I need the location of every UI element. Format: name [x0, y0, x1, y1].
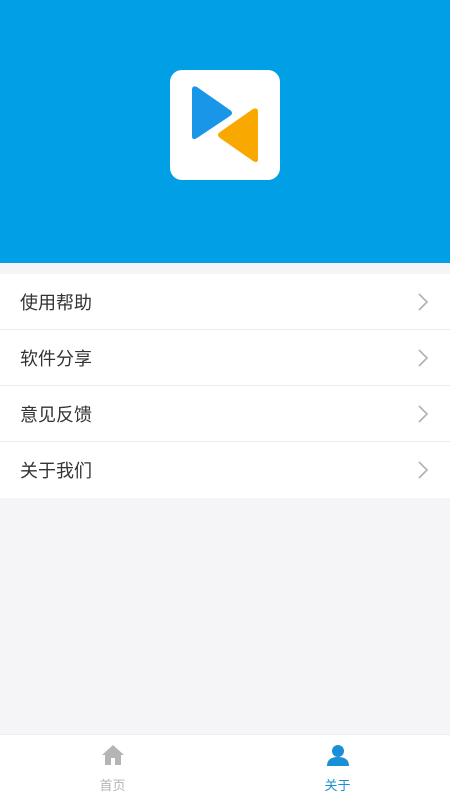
menu-item-label: 意见反馈: [20, 404, 92, 426]
chevron-right-icon: [418, 292, 429, 311]
menu-item-help[interactable]: 使用帮助: [0, 274, 450, 330]
settings-menu: 使用帮助 软件分享 意见反馈 关于我们: [0, 274, 450, 498]
chevron-right-icon: [418, 348, 429, 367]
chevron-right-icon: [418, 461, 429, 479]
home-icon: [101, 745, 124, 765]
header-banner: [0, 0, 450, 263]
tab-home[interactable]: 首页: [0, 735, 225, 800]
tab-about-label: 关于: [324, 779, 351, 794]
menu-item-label: 使用帮助: [20, 292, 92, 314]
menu-item-feedback[interactable]: 意见反馈: [0, 386, 450, 442]
menu-item-label: 软件分享: [20, 348, 92, 370]
menu-item-label: 关于我们: [20, 461, 92, 482]
bottom-tab-bar: 首页 关于: [0, 734, 450, 800]
app-logo: [170, 70, 280, 180]
tab-about[interactable]: 关于: [225, 735, 450, 800]
user-icon: [326, 745, 349, 766]
play-pause-logo-icon: [192, 86, 258, 163]
tab-home-label: 首页: [99, 779, 126, 794]
chevron-right-icon: [418, 404, 429, 423]
menu-item-about-us[interactable]: 关于我们: [0, 442, 450, 498]
menu-item-share[interactable]: 软件分享: [0, 330, 450, 386]
